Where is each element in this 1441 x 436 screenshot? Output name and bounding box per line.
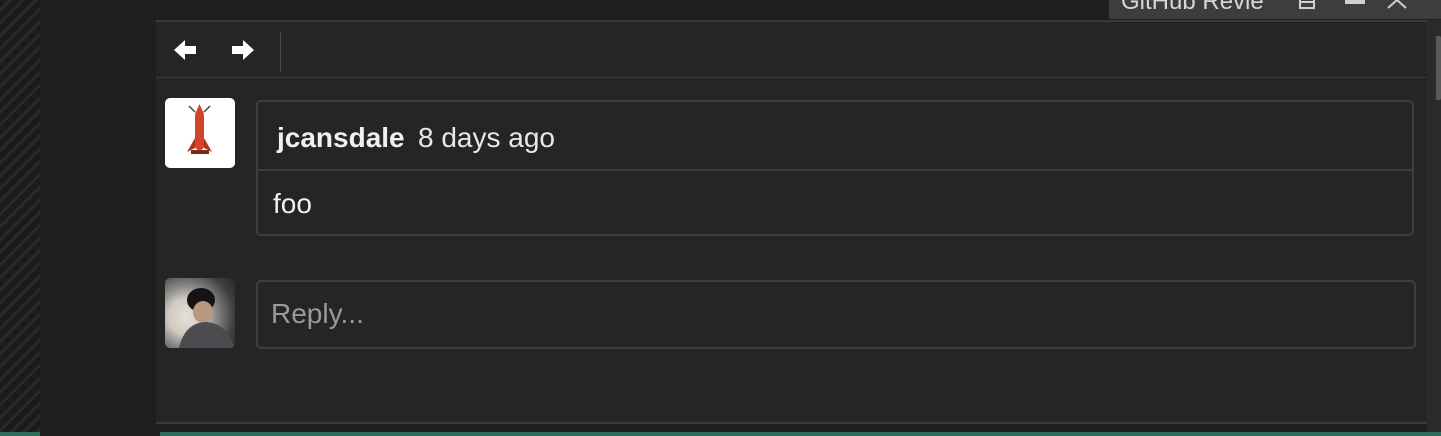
arrow-left-icon	[174, 40, 196, 60]
comment-timestamp[interactable]: 8 days ago	[418, 122, 555, 154]
reply-input[interactable]: Reply...	[256, 280, 1416, 349]
back-button[interactable]	[170, 36, 200, 64]
comment-header: jcansdale 8 days ago	[258, 102, 1412, 171]
panel-toolbar	[156, 22, 1427, 78]
status-accent-left	[0, 432, 40, 436]
minimize-icon[interactable]	[1343, 0, 1367, 16]
scrollbar-thumb[interactable]	[1436, 36, 1441, 100]
status-accent-right	[160, 432, 1441, 436]
comment-author-avatar[interactable]	[165, 98, 235, 168]
review-comment-panel: jcansdale 8 days ago foo Reply...	[156, 20, 1427, 424]
reply-placeholder: Reply...	[271, 298, 364, 329]
forward-button[interactable]	[228, 36, 258, 64]
comment-author[interactable]: jcansdale	[277, 122, 405, 154]
avatar-user-photo-icon	[179, 288, 235, 348]
pin-icon[interactable]	[1297, 0, 1319, 16]
current-user-avatar	[165, 278, 235, 348]
comment-body: foo	[273, 188, 312, 219]
close-icon[interactable]	[1385, 0, 1409, 16]
editor-left-strip	[40, 0, 156, 436]
editor-gutter	[0, 0, 40, 436]
comment-card: jcansdale 8 days ago foo	[256, 100, 1414, 236]
avatar-rocket-icon	[187, 104, 212, 154]
arrow-right-icon	[232, 40, 254, 60]
toolbar-separator	[280, 32, 281, 72]
tool-window-tab[interactable]: GitHub Revie	[1109, 0, 1441, 19]
tool-window-title: GitHub Revie	[1121, 0, 1264, 15]
